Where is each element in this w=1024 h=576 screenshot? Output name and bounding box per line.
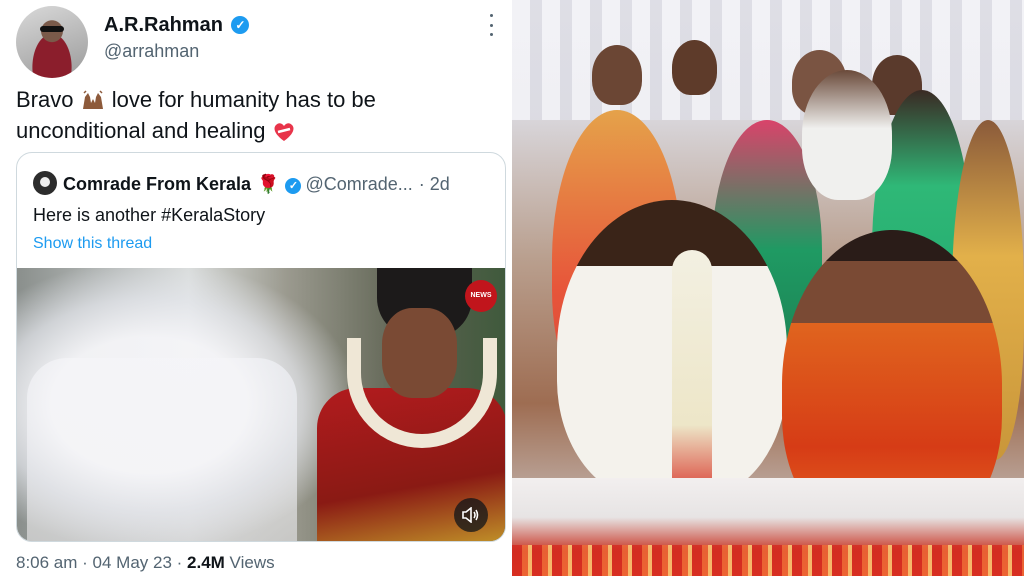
tweet-card: A.R.Rahman ✓ @arrahman Bravo love for hu… xyxy=(0,0,512,576)
author-block: A.R.Rahman ✓ @arrahman xyxy=(104,14,250,62)
raising-hands-emoji-icon xyxy=(82,90,103,109)
photo-person xyxy=(672,40,717,95)
photo-groom-garland xyxy=(672,250,712,500)
more-options-icon[interactable] xyxy=(490,14,496,36)
quoted-author-handle[interactable]: @Comrade... xyxy=(305,174,412,194)
show-thread-link[interactable]: Show this thread xyxy=(33,235,152,253)
quoted-author-name[interactable]: Comrade From Kerala xyxy=(63,174,251,194)
author-handle[interactable]: @arrahman xyxy=(104,41,249,62)
volume-icon xyxy=(462,507,479,523)
tweet-text: Bravo love for humanity has to be uncond… xyxy=(16,84,486,146)
author-avatar[interactable] xyxy=(16,6,88,78)
tweet-meta: 8:06 am · 04 May 23 · 2.4M Views xyxy=(16,553,275,573)
tweet-text-line2: unconditional and healing xyxy=(16,118,266,143)
quoted-tweet-text: Here is another #KeralaStory xyxy=(33,205,266,225)
quoted-timestamp[interactable]: · 2d xyxy=(419,174,450,194)
tweet-timestamp[interactable]: 8:06 am · 04 May 23 · xyxy=(16,553,187,572)
photo-elder-man xyxy=(802,70,892,200)
photo-person xyxy=(592,45,642,105)
photo-curtain xyxy=(512,0,1024,120)
mending-heart-emoji-icon xyxy=(274,123,294,141)
quoted-author-avatar[interactable] xyxy=(33,171,57,195)
photo-flower-petals xyxy=(512,545,1024,576)
tweet-text-bravo: Bravo xyxy=(16,87,74,112)
verified-badge-icon: ✓ xyxy=(285,178,302,194)
quoted-tweet[interactable]: Comrade From Kerala 🌹 ✓ @Comrade... · 2d Her… xyxy=(16,152,506,542)
rose-emoji-icon: 🌹 xyxy=(257,174,280,194)
news-channel-logo: NEWS xyxy=(465,280,497,312)
view-count: 2.4M xyxy=(187,553,225,572)
video-smoke xyxy=(17,268,347,541)
wedding-photo xyxy=(512,0,1024,576)
volume-button[interactable] xyxy=(454,498,488,532)
quoted-tweet-header: Comrade From Kerala 🌹 ✓ @Comrade... · 2d xyxy=(33,171,450,195)
tweet-text-love: love for humanity has to be xyxy=(111,87,376,112)
views-label: Views xyxy=(224,553,275,572)
quoted-video[interactable]: NEWS xyxy=(17,268,505,541)
author-name[interactable]: A.R.Rahman xyxy=(104,14,223,37)
verified-badge-icon: ✓ xyxy=(231,16,250,34)
